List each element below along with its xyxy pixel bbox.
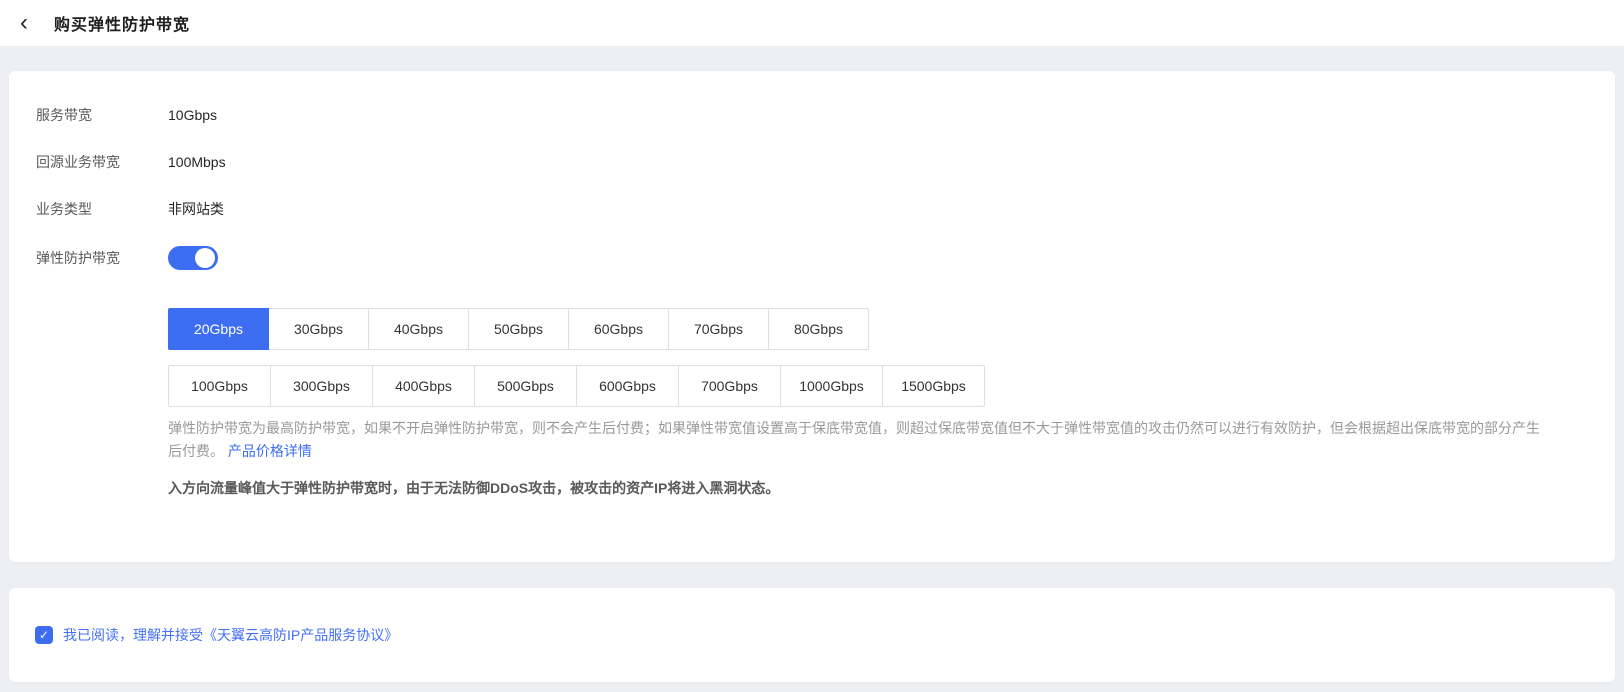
field-elastic-bandwidth: 弹性防护带宽 20Gbps 30Gbps 40Gbps 50Gbps 60Gbp…	[36, 246, 1588, 499]
agreement-row: ✓ 我已阅读，理解并接受《天翼云高防IP产品服务协议》	[35, 625, 1588, 645]
agreement-link[interactable]: 《天翼云高防IP产品服务协议》	[203, 627, 398, 643]
option-70gbps[interactable]: 70Gbps	[668, 308, 769, 350]
option-30gbps[interactable]: 30Gbps	[268, 308, 369, 350]
field-service-bandwidth: 服务带宽 10Gbps	[36, 105, 1588, 126]
description-text: 弹性防护带宽为最高防护带宽，如果不开启弹性防护带宽，则不会产生后付费；如果弹性带…	[168, 420, 1540, 459]
option-1500gbps[interactable]: 1500Gbps	[882, 365, 985, 407]
field-origin-bandwidth: 回源业务带宽 100Mbps	[36, 152, 1588, 173]
option-40gbps[interactable]: 40Gbps	[368, 308, 469, 350]
field-label: 服务带宽	[36, 107, 92, 123]
field-value: 10Gbps	[168, 107, 218, 123]
option-20gbps[interactable]: 20Gbps	[168, 308, 269, 350]
bandwidth-options-row2: 100Gbps 300Gbps 400Gbps 500Gbps 600Gbps …	[168, 365, 1588, 407]
elastic-bandwidth-description: 弹性防护带宽为最高防护带宽，如果不开启弹性防护带宽，则不会产生后付费；如果弹性带…	[168, 417, 1546, 463]
option-60gbps[interactable]: 60Gbps	[568, 308, 669, 350]
option-300gbps[interactable]: 300Gbps	[270, 365, 373, 407]
option-100gbps[interactable]: 100Gbps	[168, 365, 271, 407]
option-500gbps[interactable]: 500Gbps	[474, 365, 577, 407]
product-price-link[interactable]: 产品价格详情	[228, 443, 312, 459]
page-title: 购买弹性防护带宽	[54, 17, 191, 34]
page-header: ‹ 购买弹性防护带宽	[0, 0, 1624, 46]
field-label: 业务类型	[36, 201, 92, 217]
option-80gbps[interactable]: 80Gbps	[768, 308, 869, 350]
field-business-type: 业务类型 非网站类	[36, 199, 1588, 220]
option-1000gbps[interactable]: 1000Gbps	[780, 365, 883, 407]
back-icon[interactable]: ‹	[12, 11, 36, 35]
field-value: 非网站类	[168, 201, 224, 217]
option-400gbps[interactable]: 400Gbps	[372, 365, 475, 407]
agreement-checkbox[interactable]: ✓	[35, 626, 53, 644]
option-600gbps[interactable]: 600Gbps	[576, 365, 679, 407]
option-700gbps[interactable]: 700Gbps	[678, 365, 781, 407]
field-label: 回源业务带宽	[36, 154, 120, 170]
bandwidth-options-row1: 20Gbps 30Gbps 40Gbps 50Gbps 60Gbps 70Gbp…	[168, 308, 1588, 350]
field-label: 弹性防护带宽	[36, 250, 120, 266]
toggle-thumb-icon	[195, 248, 215, 268]
agreement-text: 我已阅读，理解并接受《天翼云高防IP产品服务协议》	[63, 625, 398, 645]
purchase-form-card: 服务带宽 10Gbps 回源业务带宽 100Mbps 业务类型 非网站类 弹性防…	[9, 71, 1615, 562]
blackhole-warning-text: 入方向流量峰值大于弹性防护带宽时，由于无法防御DDoS攻击，被攻击的资产IP将进…	[168, 480, 780, 496]
agreement-prefix: 我已阅读，理解并接受	[63, 627, 203, 643]
agreement-card: ✓ 我已阅读，理解并接受《天翼云高防IP产品服务协议》	[9, 588, 1615, 682]
option-50gbps[interactable]: 50Gbps	[468, 308, 569, 350]
field-value: 100Mbps	[168, 154, 226, 170]
elastic-bandwidth-toggle[interactable]	[168, 246, 218, 270]
